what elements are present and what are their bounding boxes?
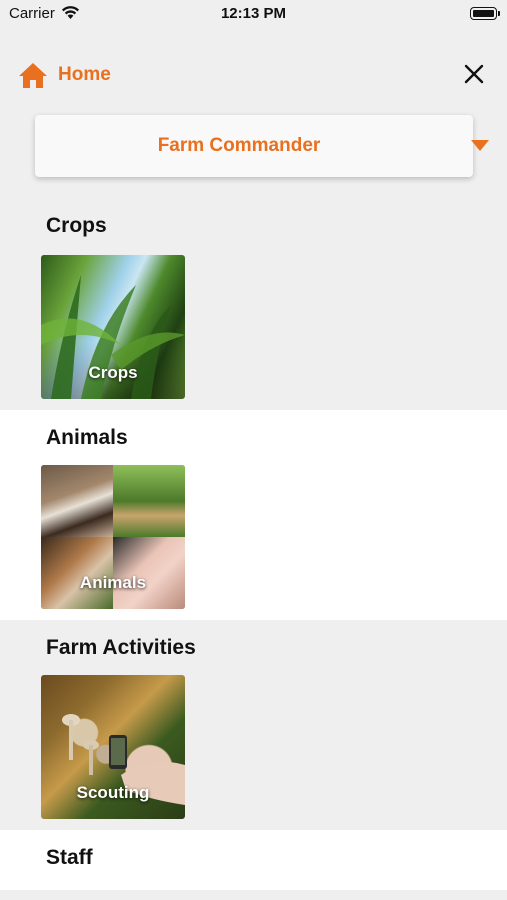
home-link[interactable]: Home bbox=[18, 60, 111, 90]
section-title: Crops bbox=[46, 214, 107, 237]
animals-tile[interactable]: Animals bbox=[41, 465, 185, 609]
bottom-strip bbox=[0, 890, 507, 900]
close-icon[interactable] bbox=[462, 62, 486, 86]
status-bar: Carrier 12:13 PM bbox=[0, 0, 507, 30]
home-label: Home bbox=[58, 64, 111, 85]
cow-image bbox=[41, 465, 113, 537]
sheep-image bbox=[113, 465, 185, 537]
section-title: Animals bbox=[46, 426, 128, 449]
battery-icon bbox=[470, 7, 500, 20]
tile-label: Crops bbox=[88, 363, 138, 382]
tile-label: Animals bbox=[79, 573, 147, 592]
section-crops: Crops Crops bbox=[0, 198, 507, 410]
section-farm-activities: Farm Activities Scouting bbox=[0, 620, 507, 830]
section-staff: Staff bbox=[0, 830, 507, 890]
section-animals: Animals Animals bbox=[0, 410, 507, 620]
crops-tile[interactable]: Crops bbox=[41, 255, 185, 399]
section-title: Staff bbox=[46, 846, 93, 869]
clock: 12:13 PM bbox=[220, 5, 287, 22]
home-icon bbox=[19, 63, 47, 88]
scouting-tile[interactable]: Scouting bbox=[41, 675, 185, 819]
section-title: Farm Activities bbox=[46, 636, 196, 659]
farm-selector-dropdown[interactable]: Farm Commander bbox=[35, 115, 489, 177]
caret-down-icon bbox=[471, 140, 489, 151]
tile-label: Scouting bbox=[76, 783, 150, 802]
dropdown-selected-value: Farm Commander bbox=[157, 135, 321, 156]
